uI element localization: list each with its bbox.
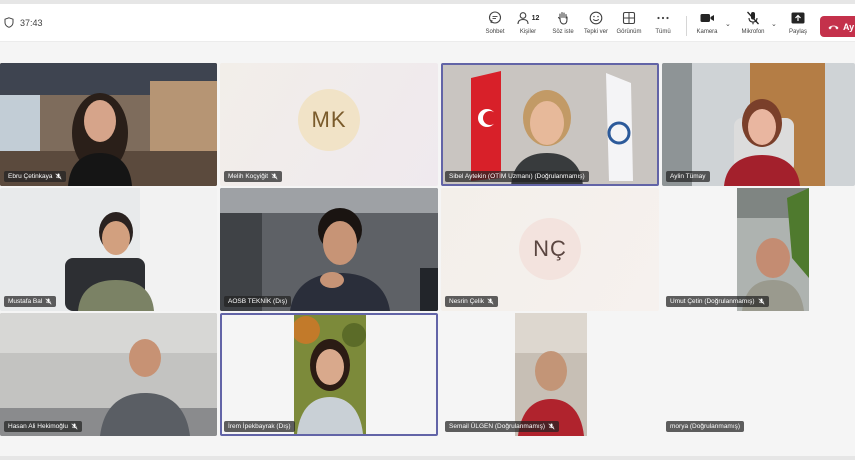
participant-tile[interactable]: Mustafa Bal — [0, 188, 217, 311]
mic-off-icon — [548, 423, 555, 430]
participant-video — [662, 63, 855, 186]
video-gallery: Ebru Çetinkaya MK Melih Koçyiğit Sibel A… — [0, 42, 855, 460]
grid-icon — [622, 11, 636, 25]
toolbar-divider — [686, 16, 687, 36]
participant-name-tag: İrem İpekbayrak (Dış) — [224, 421, 295, 432]
mic-off-icon — [271, 173, 278, 180]
participant-name: Semail ÜLGEN (Doğrulanmamış) — [449, 423, 546, 430]
avatar-initials: NÇ — [533, 236, 567, 261]
share-label: Paylaş — [788, 29, 807, 35]
participant-video — [220, 188, 438, 311]
camera-options-chevron-icon[interactable]: ⌄ — [725, 20, 731, 28]
participant-name: Mustafa Bal — [8, 298, 43, 305]
view-label: Görünüm — [616, 29, 642, 35]
mic-off-icon — [45, 298, 52, 305]
participant-video — [0, 313, 217, 436]
smiley-icon — [589, 11, 603, 25]
participant-name-tag: AOSB TEKNİK (Dış) — [224, 296, 292, 307]
leave-button[interactable]: Ay — [820, 16, 855, 37]
participant-name-tag: Semail ÜLGEN (Doğrulanmamış) — [445, 421, 560, 432]
raise-hand-button[interactable]: Söz iste — [545, 10, 581, 40]
chat-label: Sohbet — [485, 29, 505, 35]
participant-name-tag: Aylin Tümay — [666, 171, 710, 182]
participant-name-tag: Umut Çetin (Doğrulanmamış) — [666, 296, 769, 307]
participant-video — [294, 315, 366, 434]
hand-icon — [557, 11, 568, 25]
participant-tile[interactable]: Hasan Ali Hekimoğlu — [0, 313, 217, 436]
mic-label: Mikrofon — [741, 29, 765, 35]
raise-hand-label: Söz iste — [552, 29, 574, 35]
participant-video — [515, 313, 587, 436]
meeting-timer: 37:43 — [4, 17, 43, 28]
react-label: Tepki ver — [583, 29, 608, 35]
more-button[interactable]: Tümü — [645, 10, 681, 40]
participant-name: Aylin Tümay — [670, 173, 706, 180]
window-bottom-strip — [0, 456, 855, 460]
participant-name-tag: Ebru Çetinkaya — [4, 171, 67, 182]
people-button[interactable]: 12 Kişiler — [510, 10, 546, 40]
people-icon — [517, 12, 529, 25]
participant-video — [737, 188, 809, 311]
participant-name-tag: Mustafa Bal — [4, 296, 57, 307]
participant-name: Umut Çetin (Doğrulanmamış) — [670, 298, 755, 305]
mic-off-icon — [757, 298, 765, 305]
leave-label: Ay — [843, 21, 855, 32]
mic-off-icon — [747, 11, 759, 25]
share-button[interactable]: Paylaş — [780, 10, 816, 40]
camera-label: Kamera — [696, 29, 718, 35]
participant-name: AOSB TEKNİK (Dış) — [228, 298, 288, 305]
participant-name-tag: Sibel Aytekin (OTİM Uzmanı) (Doğrulanmam… — [445, 171, 589, 182]
participant-tile-active-speaker[interactable]: İrem İpekbayrak (Dış) — [220, 313, 438, 436]
participant-tile[interactable]: Umut Çetin (Doğrulanmamış) — [662, 188, 855, 311]
avatar: MK — [298, 89, 360, 151]
hang-up-icon — [828, 25, 839, 29]
participant-video — [441, 63, 659, 186]
participant-name-tag: Nesrin Çelik — [445, 296, 499, 307]
shield-icon — [4, 17, 14, 28]
avatar-initials: MK — [311, 107, 347, 132]
participant-tile[interactable]: Aylin Tümay — [662, 63, 855, 186]
participant-name: Nesrin Çelik — [449, 298, 485, 305]
chat-icon — [488, 11, 502, 24]
participant-tile[interactable]: AOSB TEKNİK (Dış) — [220, 188, 438, 311]
chat-button[interactable]: Sohbet — [477, 10, 513, 40]
participant-name: Hasan Ali Hekimoğlu — [8, 423, 68, 430]
view-button[interactable]: Görünüm — [611, 10, 647, 40]
participant-name-tag: Melih Koçyiğit — [224, 171, 283, 182]
more-dots-icon — [657, 16, 669, 20]
participant-video — [0, 188, 217, 311]
react-button[interactable]: Tepki ver — [578, 10, 614, 40]
mic-off-icon — [487, 298, 494, 305]
people-count: 12 — [531, 14, 540, 22]
participant-video — [0, 63, 217, 186]
camera-button[interactable]: Kamera — [689, 10, 725, 40]
participant-name: İrem İpekbayrak (Dış) — [228, 423, 291, 430]
participant-tile[interactable]: morya (Doğrulanmamış) — [662, 313, 855, 436]
participant-tile[interactable]: MK Melih Koçyiğit — [220, 63, 438, 186]
avatar: NÇ — [519, 218, 581, 280]
participant-name-tag: Hasan Ali Hekimoğlu — [4, 421, 82, 432]
participant-tile[interactable]: Semail ÜLGEN (Doğrulanmamış) — [441, 313, 659, 436]
mic-button[interactable]: Mikrofon — [735, 10, 771, 40]
participant-name: Melih Koçyiğit — [228, 173, 269, 180]
participant-name: Sibel Aytekin (OTİM Uzmanı) (Doğrulanmam… — [449, 173, 585, 180]
mic-off-icon — [55, 173, 63, 180]
participant-tile[interactable]: NÇ Nesrin Çelik — [441, 188, 659, 311]
more-label: Tümü — [655, 29, 671, 35]
share-icon — [791, 12, 805, 23]
participant-name-tag: morya (Doğrulanmamış) — [666, 421, 745, 432]
participant-name: morya (Doğrulanmamış) — [670, 423, 741, 430]
people-label: Kişiler — [519, 29, 537, 35]
participant-tile-active-speaker[interactable]: Sibel Aytekin (OTİM Uzmanı) (Doğrulanmam… — [441, 63, 659, 186]
timer-text: 37:43 — [20, 17, 43, 28]
participant-tile[interactable]: Ebru Çetinkaya — [0, 63, 217, 186]
camera-icon — [700, 14, 714, 22]
mic-off-icon — [71, 423, 78, 430]
meeting-toolbar: 37:43 Sohbet 12 Kişiler Söz iste Tepki v… — [0, 4, 855, 42]
participant-name: Ebru Çetinkaya — [8, 173, 53, 180]
mic-options-chevron-icon[interactable]: ⌄ — [771, 20, 777, 28]
